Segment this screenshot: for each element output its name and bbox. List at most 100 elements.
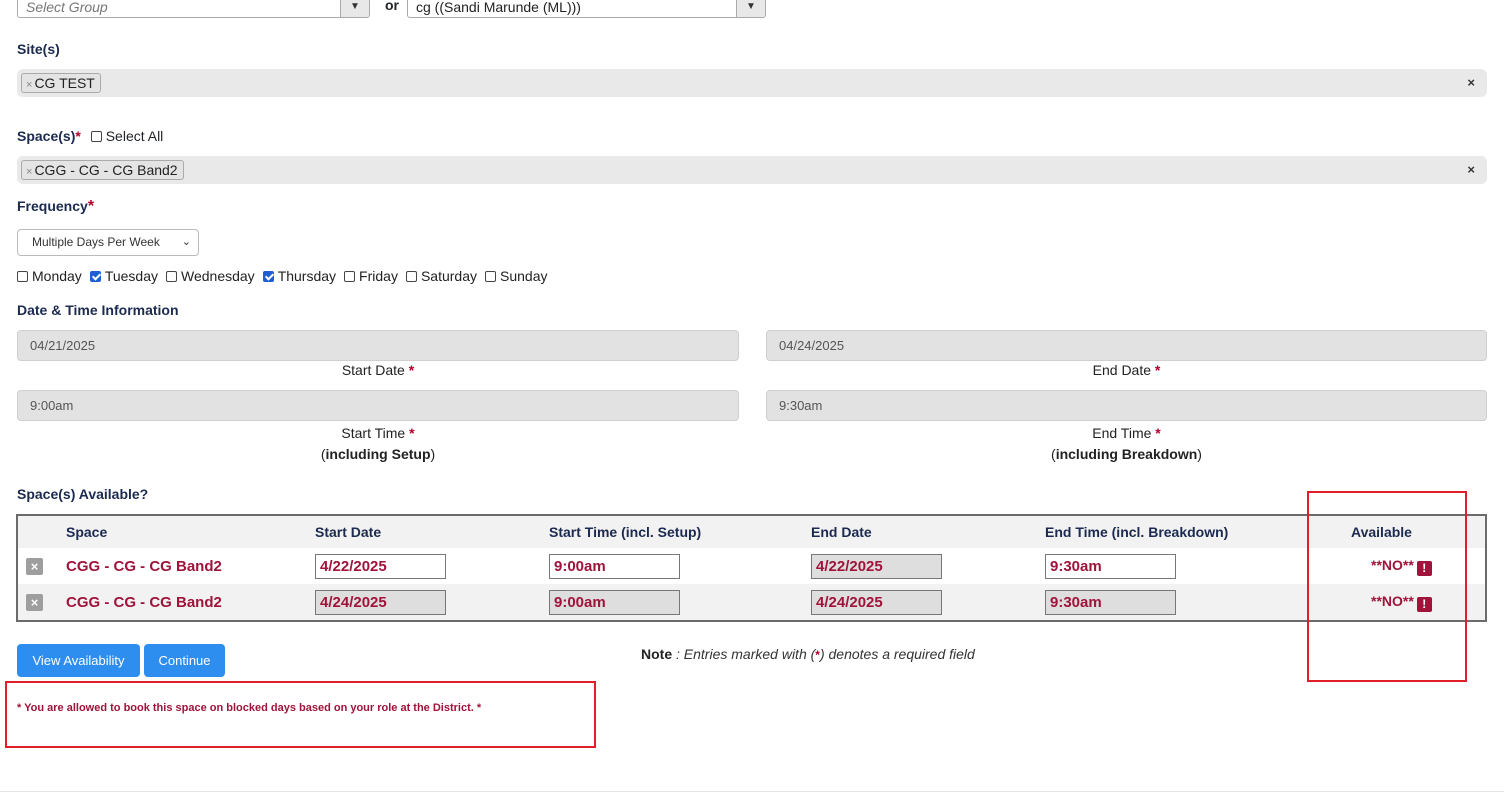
group-placeholder: Select Group <box>26 0 108 15</box>
checkbox-checked-icon[interactable] <box>262 271 274 282</box>
required-note: Note : Entries marked with (*) denotes a… <box>641 646 975 662</box>
clear-spaces-icon[interactable]: × <box>1467 162 1475 177</box>
end-time-label: End Time * (including Breakdown) <box>1051 425 1202 462</box>
day-label: Friday <box>359 268 398 284</box>
day-checkbox-friday[interactable]: Friday <box>344 268 398 284</box>
note-text: : Entries marked with ( <box>672 646 816 662</box>
day-checkbox-monday[interactable]: Monday <box>17 268 82 284</box>
table-header-blank <box>17 515 66 548</box>
end-time-text: End Time <box>1092 425 1152 441</box>
sites-select[interactable]: × CG TEST × <box>17 69 1487 97</box>
checkbox-checked-icon[interactable] <box>89 271 101 282</box>
site-pill-label: CG TEST <box>34 75 95 91</box>
end-date-input[interactable]: 04/24/2025 <box>766 330 1487 361</box>
checkbox-icon[interactable] <box>405 271 417 282</box>
day-checkbox-sunday[interactable]: Sunday <box>485 268 547 284</box>
select-all-label: Select All <box>105 128 164 144</box>
end-time-input[interactable]: 9:30am <box>766 390 1487 421</box>
required-star: * <box>1155 425 1161 441</box>
spaces-select[interactable]: × CGG - CG - CG Band2 × <box>17 156 1487 184</box>
space-pill[interactable]: × CGG - CG - CG Band2 <box>21 160 184 180</box>
row-end-date-input: 4/24/2025 <box>811 589 942 615</box>
start-time-label: Start Time * (including Setup) <box>320 425 436 462</box>
remove-row-icon[interactable]: × <box>26 557 43 575</box>
note-text-end: ) denotes a required field <box>819 646 975 662</box>
start-time-text: Start Time <box>341 425 406 441</box>
row-start-date-input[interactable]: 4/22/2025 <box>315 553 446 579</box>
start-time-note: including Setup <box>325 446 431 462</box>
site-pill[interactable]: × CG TEST <box>21 73 101 93</box>
day-label: Sunday <box>500 268 548 284</box>
datetime-label: Date & Time Information <box>17 302 179 318</box>
required-star: * <box>408 362 415 378</box>
start-date-input[interactable]: 04/21/2025 <box>17 330 739 361</box>
space-pill-label: CGG - CG - CG Band2 <box>34 162 178 178</box>
chevron-down-icon: ⌄ <box>181 236 191 248</box>
column-header: Start Time (incl. Setup) <box>549 515 811 548</box>
or-label: or <box>385 0 399 13</box>
remove-pill-icon[interactable]: × <box>26 79 32 91</box>
day-checkbox-saturday[interactable]: Saturday <box>405 268 477 284</box>
checkbox-icon[interactable] <box>485 271 496 282</box>
note-bold: Note <box>641 646 673 662</box>
sites-label: Site(s) <box>17 41 60 57</box>
remove-row-icon[interactable]: × <box>26 593 43 611</box>
group-select[interactable]: Select Group ▼ <box>17 0 370 18</box>
row-end-time-input: 9:30am <box>1045 589 1176 615</box>
column-header: End Date <box>811 515 1045 548</box>
day-checkbox-tuesday[interactable]: Tuesday <box>89 268 158 284</box>
day-checkboxes: Monday Tuesday Wednesday Thursday Friday Satu… <box>17 268 555 286</box>
day-label: Monday <box>32 268 82 284</box>
select-all-checkbox[interactable]: Select All <box>90 128 164 144</box>
end-date-text: End Date <box>1092 362 1152 378</box>
row-start-time-input[interactable]: 9:00am <box>549 553 680 579</box>
day-checkbox-wednesday[interactable]: Wednesday <box>166 268 255 284</box>
spaces-label: Space(s) <box>17 128 76 144</box>
frequency-select[interactable]: Multiple Days Per Week ⌄ <box>17 229 199 256</box>
start-date-text: Start Date <box>341 362 405 378</box>
required-star: * <box>87 198 95 215</box>
row-end-date-input: 4/22/2025 <box>811 553 942 579</box>
row-end-time-input[interactable]: 9:30am <box>1045 553 1176 579</box>
annotation-box-available <box>1307 491 1467 682</box>
annotation-box-message <box>5 681 596 748</box>
frequency-header: Frequency* <box>17 198 94 216</box>
day-label: Saturday <box>420 268 477 284</box>
row-space: CGG - CG - CG Band2 <box>66 593 222 611</box>
column-header: Space <box>66 515 315 548</box>
required-star: * <box>75 128 81 144</box>
owner-value: cg ((Sandi Marunde (ML))) <box>416 0 581 15</box>
availability-label: Space(s) Available? <box>17 486 149 502</box>
day-label: Wednesday <box>181 268 255 284</box>
row-space: CGG - CG - CG Band2 <box>66 557 222 575</box>
table-row: × CGG - CG - CG Band2 4/24/2025 9:00am 4/24/… <box>17 584 1486 621</box>
day-label: Thursday <box>277 268 337 284</box>
clear-sites-icon[interactable]: × <box>1467 75 1475 90</box>
chevron-down-icon: ▼ <box>736 0 765 17</box>
required-star: * <box>1154 362 1161 378</box>
continue-button[interactable]: Continue <box>144 644 225 677</box>
bottom-divider <box>0 791 1504 792</box>
view-availability-button[interactable]: View Availability <box>17 644 140 677</box>
checkbox-icon[interactable] <box>90 131 102 142</box>
row-start-time-input: 9:00am <box>549 589 680 615</box>
remove-pill-icon[interactable]: × <box>26 166 32 178</box>
end-date-label: End Date * <box>766 362 1487 378</box>
row-start-date-input: 4/24/2025 <box>315 589 446 615</box>
start-time-input[interactable]: 9:00am <box>17 390 739 421</box>
column-header: End Time (incl. Breakdown) <box>1045 515 1351 548</box>
day-checkbox-thursday[interactable]: Thursday <box>262 268 337 284</box>
availability-table: Space Start Date Start Time (incl. Setup… <box>16 514 1487 622</box>
checkbox-icon[interactable] <box>17 271 28 282</box>
spaces-header: Space(s)* Select All <box>17 128 163 144</box>
frequency-label: Frequency <box>17 198 88 214</box>
start-date-label: Start Date * <box>17 362 739 378</box>
frequency-value: Multiple Days Per Week <box>32 235 160 249</box>
checkbox-icon[interactable] <box>166 271 177 282</box>
required-star: * <box>409 425 415 441</box>
chevron-down-icon: ▼ <box>340 0 369 17</box>
owner-select[interactable]: cg ((Sandi Marunde (ML))) ▼ <box>407 0 766 18</box>
table-row: × CGG - CG - CG Band2 4/22/2025 9:00am 4/22/… <box>17 548 1486 584</box>
checkbox-icon[interactable] <box>344 271 356 282</box>
column-header: Start Date <box>315 515 549 548</box>
